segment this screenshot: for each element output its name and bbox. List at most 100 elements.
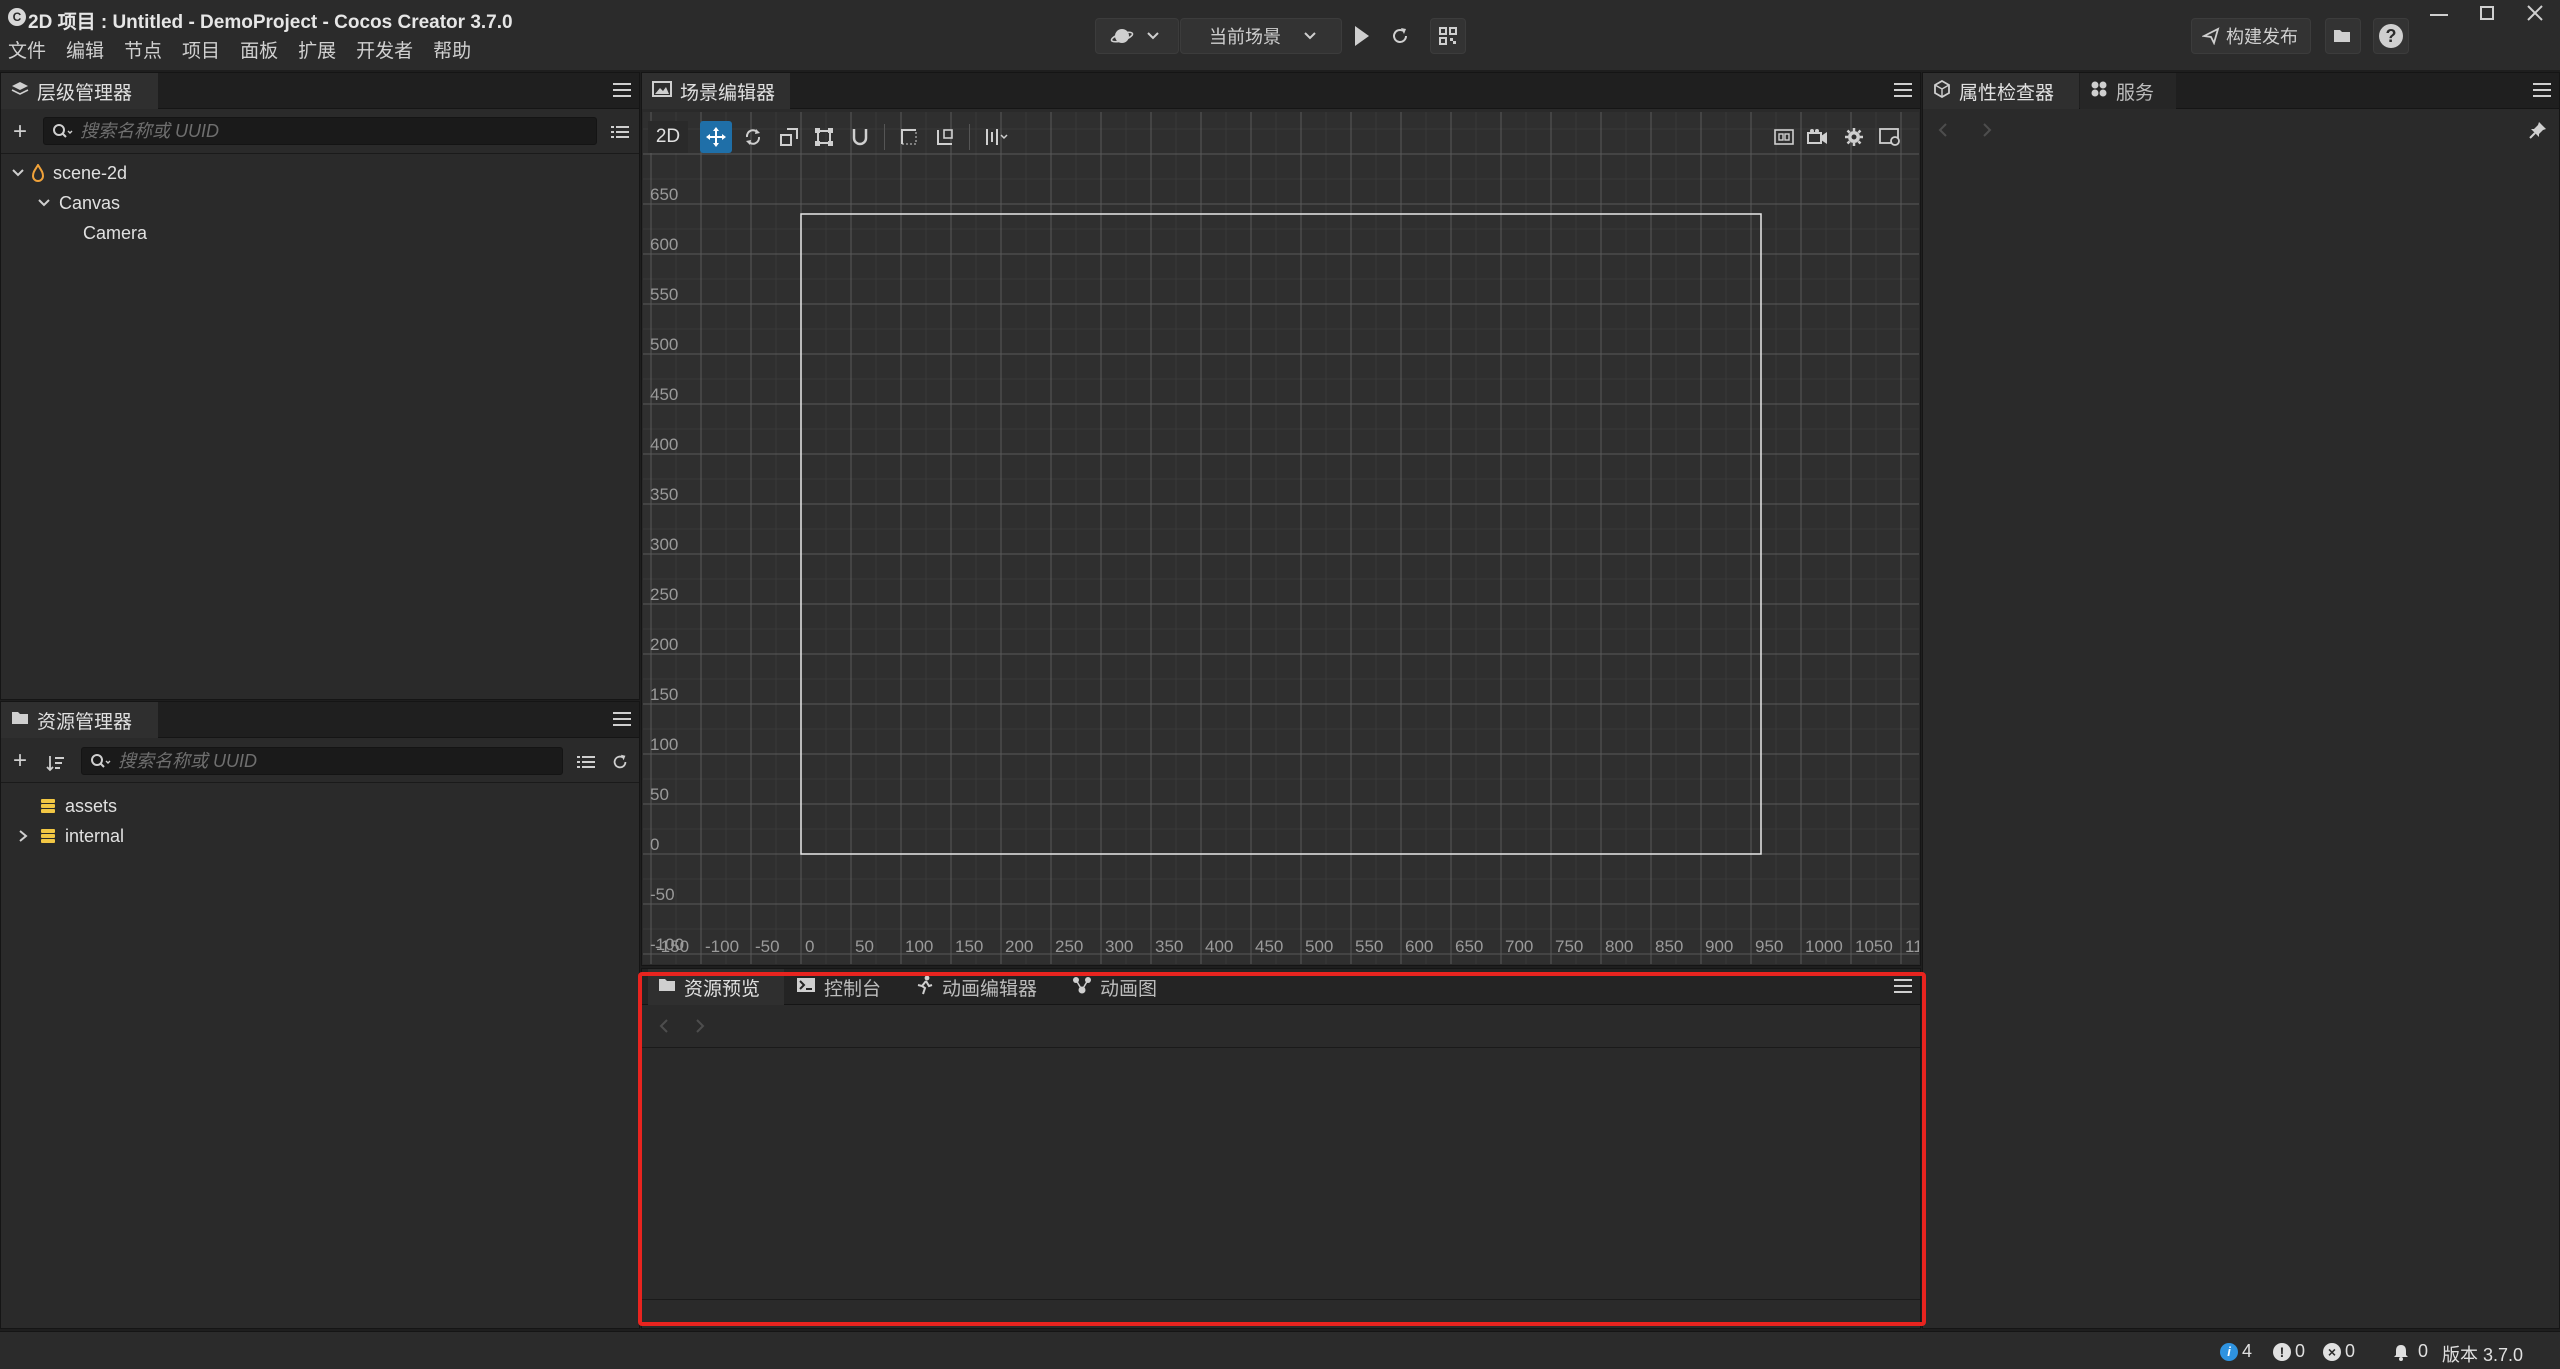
y-tick-label: 600 [650, 235, 678, 254]
tab-hierarchy-label: 层级管理器 [37, 82, 133, 104]
x-tick-label: 750 [1555, 937, 1583, 956]
tree-node-scene[interactable]: scene-2d [11, 160, 127, 186]
menu-bar: 文件 编辑 节点 项目 面板 扩展 开发者 帮助 [8, 36, 491, 63]
y-tick-label: 100 [650, 735, 678, 754]
asset-item-internal[interactable]: internal [17, 823, 124, 849]
hierarchy-menu-icon[interactable] [613, 81, 631, 99]
refresh-icon[interactable] [1388, 24, 1412, 48]
bell-icon [2394, 1344, 2408, 1361]
inspector-panel: 属性检查器 服务 [1922, 72, 2560, 1329]
menu-edit[interactable]: 编辑 [66, 36, 104, 63]
scene-grid[interactable]: 650600550500450400350300250200150100500-… [643, 112, 1919, 964]
tab-scene-editor[interactable]: 场景编辑器 [642, 73, 790, 109]
forward-icon[interactable] [692, 1017, 708, 1035]
local-global-icon[interactable] [929, 121, 961, 153]
rotate-tool-icon[interactable] [737, 121, 769, 153]
notification-count: 0 [2418, 1341, 2429, 1361]
scene-viewport[interactable]: 650 600 550 500 450 400 350 300 250 200 150 100 50 0-… [643, 112, 1919, 964]
assets-menu-icon[interactable] [613, 710, 631, 728]
scene-select[interactable]: 当前场景 [1180, 18, 1342, 54]
bottom-panel-menu-icon[interactable] [1894, 977, 1912, 995]
list-view-icon[interactable] [609, 121, 631, 143]
tab-animation-editor-label: 动画编辑器 [942, 978, 1038, 1000]
rect-tool-icon[interactable] [808, 121, 840, 153]
x-tick-label: -150 [655, 937, 689, 956]
status-warnings[interactable]: ! 0 [2273, 1341, 2305, 1362]
qrcode-button[interactable] [1430, 18, 1466, 54]
viewport-settings-icon[interactable] [1874, 121, 1906, 153]
back-icon[interactable] [656, 1017, 672, 1035]
build-button[interactable]: 构建发布 [2191, 18, 2311, 54]
divider [1, 782, 639, 783]
add-asset-icon[interactable]: + [9, 747, 31, 774]
asset-item-assets[interactable]: assets [39, 793, 117, 819]
status-notifications[interactable]: 0 [2392, 1341, 2428, 1362]
list-view-icon[interactable] [575, 751, 597, 773]
chevron-down-icon[interactable] [37, 198, 51, 208]
open-folder-button[interactable] [2325, 18, 2361, 54]
align-tool-icon[interactable] [978, 121, 1016, 153]
status-info[interactable]: i 4 [2220, 1341, 2252, 1362]
snap-magnet-icon[interactable] [844, 121, 876, 153]
error-icon: × [2323, 1342, 2341, 1361]
x-tick-label: 200 [1005, 937, 1033, 956]
y-tick-label: 50 [650, 785, 669, 804]
assets-search[interactable] [81, 747, 563, 775]
hierarchy-panel: 层级管理器 + scene-2d Canvas Camera [0, 72, 640, 700]
gear-icon[interactable] [1838, 121, 1870, 153]
tab-inspector[interactable]: 属性检查器 [1923, 73, 2079, 109]
menu-panel[interactable]: 面板 [240, 36, 278, 63]
hierarchy-search-input[interactable] [74, 120, 596, 142]
sort-icon[interactable] [45, 752, 67, 774]
tree-node-canvas[interactable]: Canvas [37, 190, 120, 216]
assets-search-input[interactable] [112, 750, 562, 772]
pin-icon[interactable] [2529, 121, 2547, 139]
preview-platform-select[interactable] [1095, 18, 1179, 54]
mode-2d-toggle[interactable]: 2D [648, 121, 688, 153]
help-button[interactable]: ? [2373, 18, 2409, 54]
camera-icon[interactable] [1802, 121, 1834, 153]
back-icon[interactable] [1935, 121, 1951, 139]
menu-project[interactable]: 项目 [182, 36, 220, 63]
resolution-icon[interactable] [1768, 121, 1800, 153]
animation-graph-icon [1072, 976, 1092, 999]
error-count: 0 [2345, 1341, 2356, 1361]
move-tool-icon[interactable] [700, 121, 732, 153]
terminal-icon [796, 977, 816, 998]
scene-menu-icon[interactable] [1894, 81, 1912, 99]
x-tick-label: 600 [1405, 937, 1433, 956]
menu-help[interactable]: 帮助 [433, 36, 471, 63]
status-errors[interactable]: × 0 [2323, 1341, 2355, 1362]
menu-developer[interactable]: 开发者 [356, 36, 413, 63]
minimize-icon[interactable] [2430, 14, 2448, 16]
tab-hierarchy[interactable]: 层级管理器 [1, 73, 158, 109]
menu-node[interactable]: 节点 [124, 36, 162, 63]
folder-icon [11, 710, 29, 731]
chevron-down-icon[interactable] [11, 168, 25, 178]
menu-file[interactable]: 文件 [8, 36, 46, 63]
tab-console[interactable]: 控制台 [786, 969, 904, 1005]
scale-tool-icon[interactable] [773, 121, 805, 153]
canvas-bounds [800, 213, 1762, 855]
tab-inspector-label: 属性检查器 [1959, 82, 2055, 104]
inspector-menu-icon[interactable] [2533, 81, 2551, 99]
toolbar-divider [969, 124, 970, 150]
tree-node-camera[interactable]: Camera [83, 220, 147, 246]
tab-animation-editor[interactable]: 动画编辑器 [906, 969, 1060, 1005]
maximize-icon[interactable] [2480, 6, 2494, 20]
menu-extension[interactable]: 扩展 [298, 36, 336, 63]
forward-icon[interactable] [1979, 121, 1995, 139]
chevron-right-icon[interactable] [17, 829, 29, 843]
folder-open-icon [2333, 28, 2353, 44]
tab-asset-preview[interactable]: 资源预览 [648, 969, 784, 1005]
pivot-icon[interactable] [893, 121, 925, 153]
hierarchy-search[interactable] [43, 117, 597, 145]
tab-animation-graph[interactable]: 动画图 [1062, 969, 1174, 1005]
close-icon[interactable] [2526, 4, 2544, 22]
y-tick-label: 350 [650, 485, 678, 504]
tab-assets[interactable]: 资源管理器 [1, 702, 158, 738]
play-icon[interactable] [1352, 24, 1372, 48]
tab-services[interactable]: 服务 [2080, 73, 2176, 109]
add-node-icon[interactable]: + [9, 118, 31, 145]
refresh-icon[interactable] [609, 751, 631, 773]
